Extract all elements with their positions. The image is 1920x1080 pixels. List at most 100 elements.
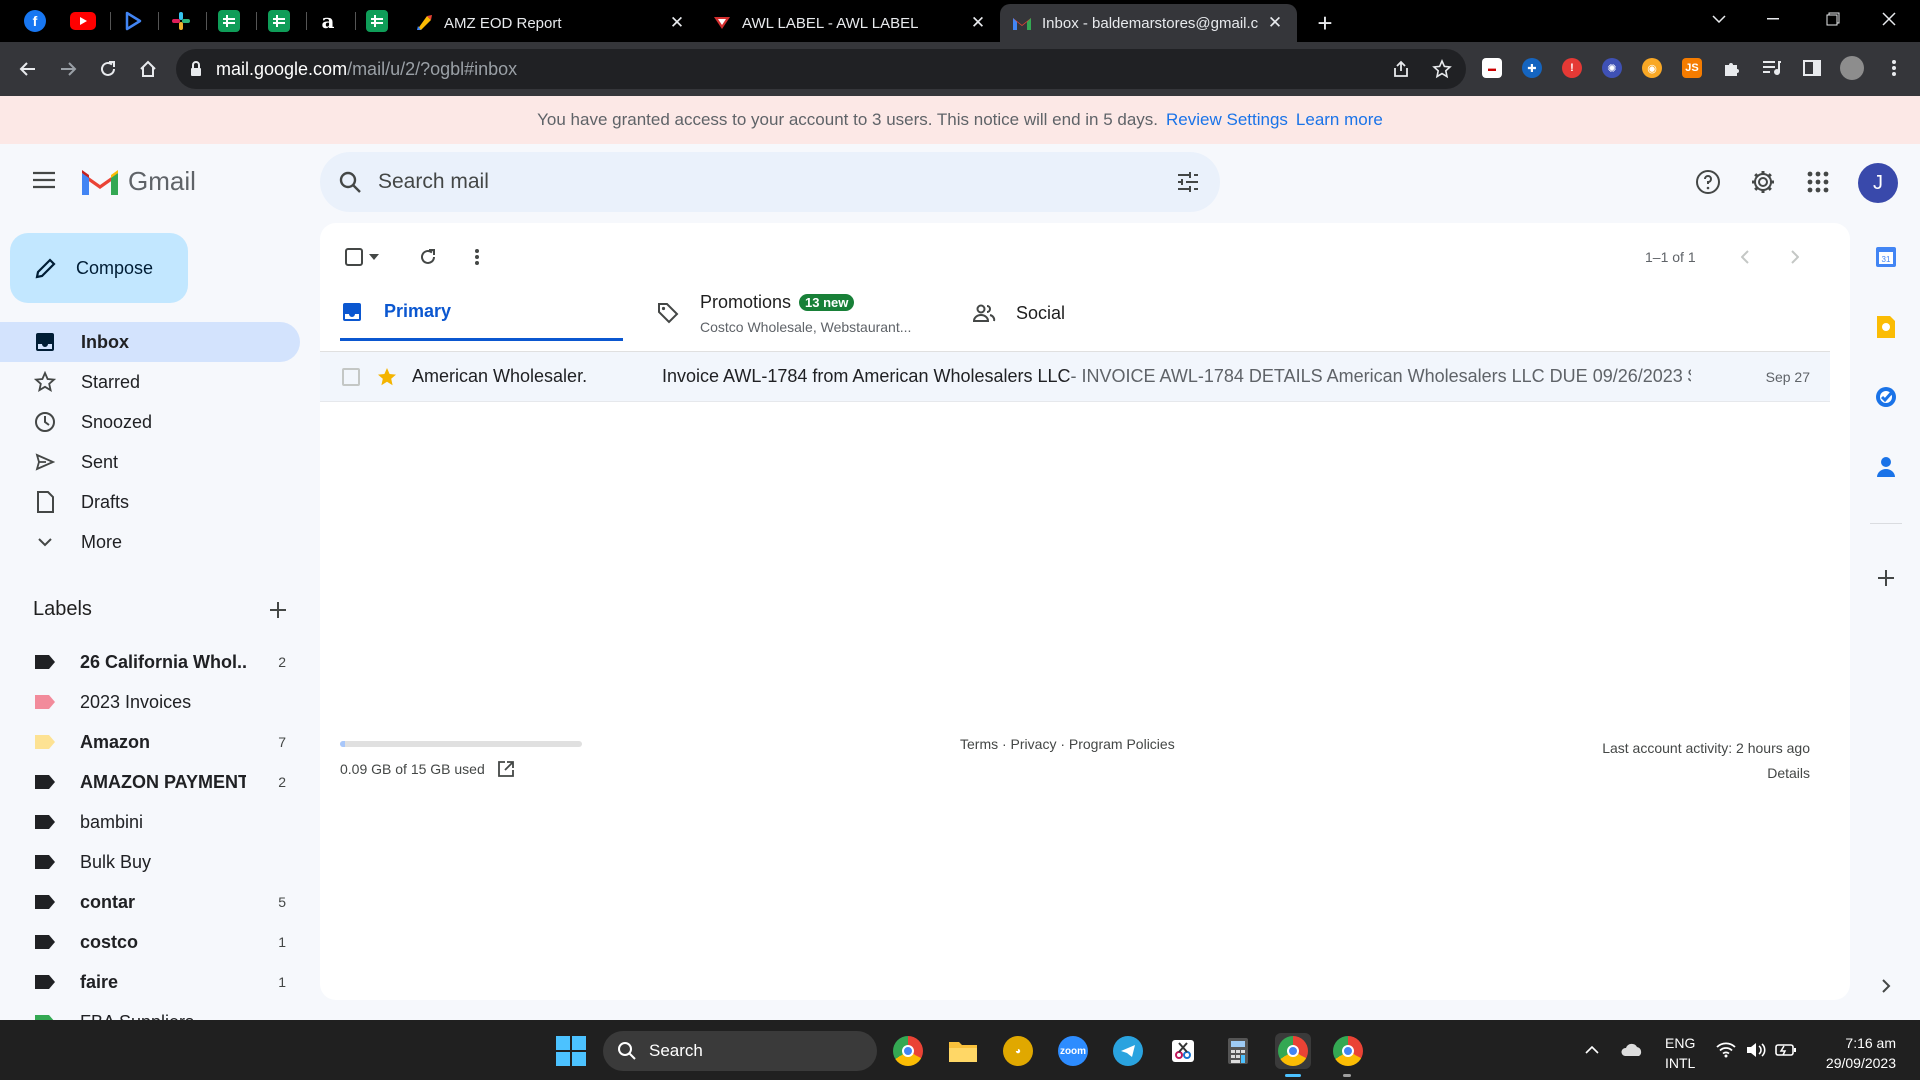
close-window-button[interactable] — [1866, 0, 1912, 38]
row-checkbox[interactable] — [342, 367, 360, 386]
label-item[interactable]: Bulk Buy — [0, 842, 300, 882]
support-button[interactable] — [1688, 162, 1728, 202]
tab-social[interactable]: Social — [972, 285, 1272, 341]
facebook-pinned-tab[interactable]: f — [15, 5, 55, 37]
label-item[interactable]: 2023 Invoices — [0, 682, 300, 722]
browser-tab-inbox[interactable]: Inbox - baldemarstores@gmail.c ✕ — [1000, 4, 1297, 42]
taskbar-search[interactable]: Search — [603, 1031, 877, 1071]
open-external-icon[interactable] — [497, 760, 515, 778]
newer-button[interactable] — [1730, 237, 1760, 277]
extension-2[interactable]: ✚ — [1518, 54, 1546, 82]
taskbar-chrome[interactable] — [890, 1033, 926, 1069]
sheets-pinned-tab[interactable] — [259, 5, 299, 37]
gmail-logo[interactable]: Gmail — [80, 166, 196, 197]
activity-details-link[interactable]: Details — [1602, 761, 1810, 786]
label-item[interactable]: bambini — [0, 802, 300, 842]
search-icon[interactable] — [338, 170, 362, 194]
tab-primary[interactable]: Primary — [340, 285, 623, 341]
sheets-pinned-tab[interactable] — [209, 5, 249, 37]
get-addons-button[interactable] — [1870, 562, 1902, 594]
home-button[interactable] — [132, 53, 164, 85]
extensions-button[interactable] — [1718, 54, 1746, 82]
new-tab-button[interactable]: + — [1300, 4, 1350, 42]
nav-more[interactable]: More — [0, 522, 300, 562]
nav-starred[interactable]: Starred — [0, 362, 300, 402]
contacts-app-button[interactable] — [1870, 451, 1902, 483]
label-item[interactable]: 26 California Whol... 2 — [0, 642, 300, 682]
nav-drafts[interactable]: Drafts — [0, 482, 300, 522]
minimize-button[interactable] — [1750, 0, 1796, 38]
extension-1[interactable]: ▬ — [1478, 54, 1506, 82]
label-item[interactable]: AMAZON PAYMENT 2 — [0, 762, 300, 802]
extension-5[interactable]: ◉ — [1638, 54, 1666, 82]
taskbar-calculator[interactable] — [1220, 1033, 1256, 1069]
taskbar-app-duck[interactable]: ◕ — [1000, 1033, 1036, 1069]
side-panel-button[interactable] — [1798, 54, 1826, 82]
email-row[interactable]: American Wholesaler. Invoice AWL-1784 fr… — [320, 352, 1830, 402]
label-item[interactable]: costco 1 — [0, 922, 300, 962]
amazon-pinned-tab[interactable]: a — [308, 5, 348, 37]
show-hidden-icons-button[interactable] — [1580, 1038, 1604, 1062]
forward-button[interactable] — [52, 53, 84, 85]
wifi-tray[interactable] — [1714, 1038, 1738, 1062]
tasks-app-button[interactable] — [1870, 381, 1902, 413]
chrome-menu-button[interactable] — [1880, 54, 1908, 82]
settings-button[interactable] — [1743, 162, 1783, 202]
taskbar-telegram[interactable] — [1110, 1033, 1146, 1069]
browser-tab-awl-label[interactable]: AWL LABEL - AWL LABEL ✕ — [700, 4, 1000, 42]
browser-tab-amz-eod[interactable]: AMZ EOD Report ✕ — [402, 4, 699, 42]
learn-more-link[interactable]: Learn more — [1296, 110, 1383, 130]
account-avatar[interactable]: J — [1858, 163, 1898, 203]
star-icon[interactable] — [376, 366, 398, 388]
search-input[interactable]: Search mail — [378, 170, 489, 194]
input-language[interactable]: ENG INTL — [1665, 1033, 1695, 1073]
create-label-button[interactable] — [264, 596, 292, 624]
taskbar-file-explorer[interactable] — [945, 1033, 981, 1069]
youtube-pinned-tab[interactable] — [63, 5, 103, 37]
reload-button[interactable] — [92, 53, 124, 85]
extension-4[interactable]: ✺ — [1598, 54, 1626, 82]
close-tab-icon[interactable]: ✕ — [667, 13, 687, 33]
keep-app-button[interactable] — [1870, 311, 1902, 343]
play-pinned-tab[interactable] — [113, 5, 153, 37]
volume-tray[interactable] — [1744, 1038, 1768, 1062]
select-all-checkbox[interactable] — [338, 237, 386, 277]
taskbar-zoom[interactable]: zoom — [1055, 1033, 1091, 1069]
footer-links[interactable]: Terms · Privacy · Program Policies — [960, 736, 1175, 752]
older-button[interactable] — [1780, 237, 1810, 277]
compose-button[interactable]: Compose — [10, 233, 188, 303]
label-item[interactable]: contar 5 — [0, 882, 300, 922]
extension-3[interactable]: ! — [1558, 54, 1586, 82]
back-button[interactable] — [12, 53, 44, 85]
onedrive-tray[interactable] — [1620, 1038, 1644, 1062]
more-actions-button[interactable] — [457, 237, 497, 277]
review-settings-link[interactable]: Review Settings — [1166, 110, 1288, 130]
share-icon[interactable] — [1392, 60, 1410, 78]
system-clock[interactable]: 7:16 am 29/09/2023 — [1806, 1033, 1896, 1073]
bookmark-star-icon[interactable] — [1432, 59, 1452, 79]
address-bar[interactable]: mail.google.com/mail/u/2/?ogbl#inbox — [176, 49, 1466, 89]
battery-tray[interactable] — [1774, 1038, 1798, 1062]
taskbar-chrome-profile-2[interactable] — [1330, 1033, 1366, 1069]
label-item[interactable]: Amazon 7 — [0, 722, 300, 762]
taskbar-chrome-profile-1[interactable] — [1275, 1033, 1311, 1069]
nav-inbox[interactable]: Inbox — [0, 322, 300, 362]
start-button[interactable] — [556, 1036, 586, 1066]
taskbar-snipping-tool[interactable] — [1165, 1033, 1201, 1069]
refresh-button[interactable] — [408, 237, 448, 277]
search-options-icon[interactable] — [1176, 170, 1200, 194]
close-tab-icon[interactable]: ✕ — [1265, 13, 1285, 33]
calendar-app-button[interactable]: 31 — [1870, 241, 1902, 273]
nav-sent[interactable]: Sent — [0, 442, 300, 482]
search-mail-bar[interactable]: Search mail — [320, 152, 1220, 212]
close-tab-icon[interactable]: ✕ — [968, 13, 988, 33]
tab-promotions[interactable]: Promotions 13 new Costco Wholesale, Webs… — [656, 285, 956, 341]
google-apps-button[interactable] — [1798, 162, 1838, 202]
slack-pinned-tab[interactable] — [161, 5, 201, 37]
profile-button[interactable] — [1838, 54, 1866, 82]
restore-button[interactable] — [1810, 0, 1856, 38]
extension-6[interactable]: JS — [1678, 54, 1706, 82]
media-button[interactable] — [1758, 54, 1786, 82]
caret-down-icon[interactable] — [369, 254, 379, 260]
sheets-pinned-tab[interactable] — [357, 5, 397, 37]
